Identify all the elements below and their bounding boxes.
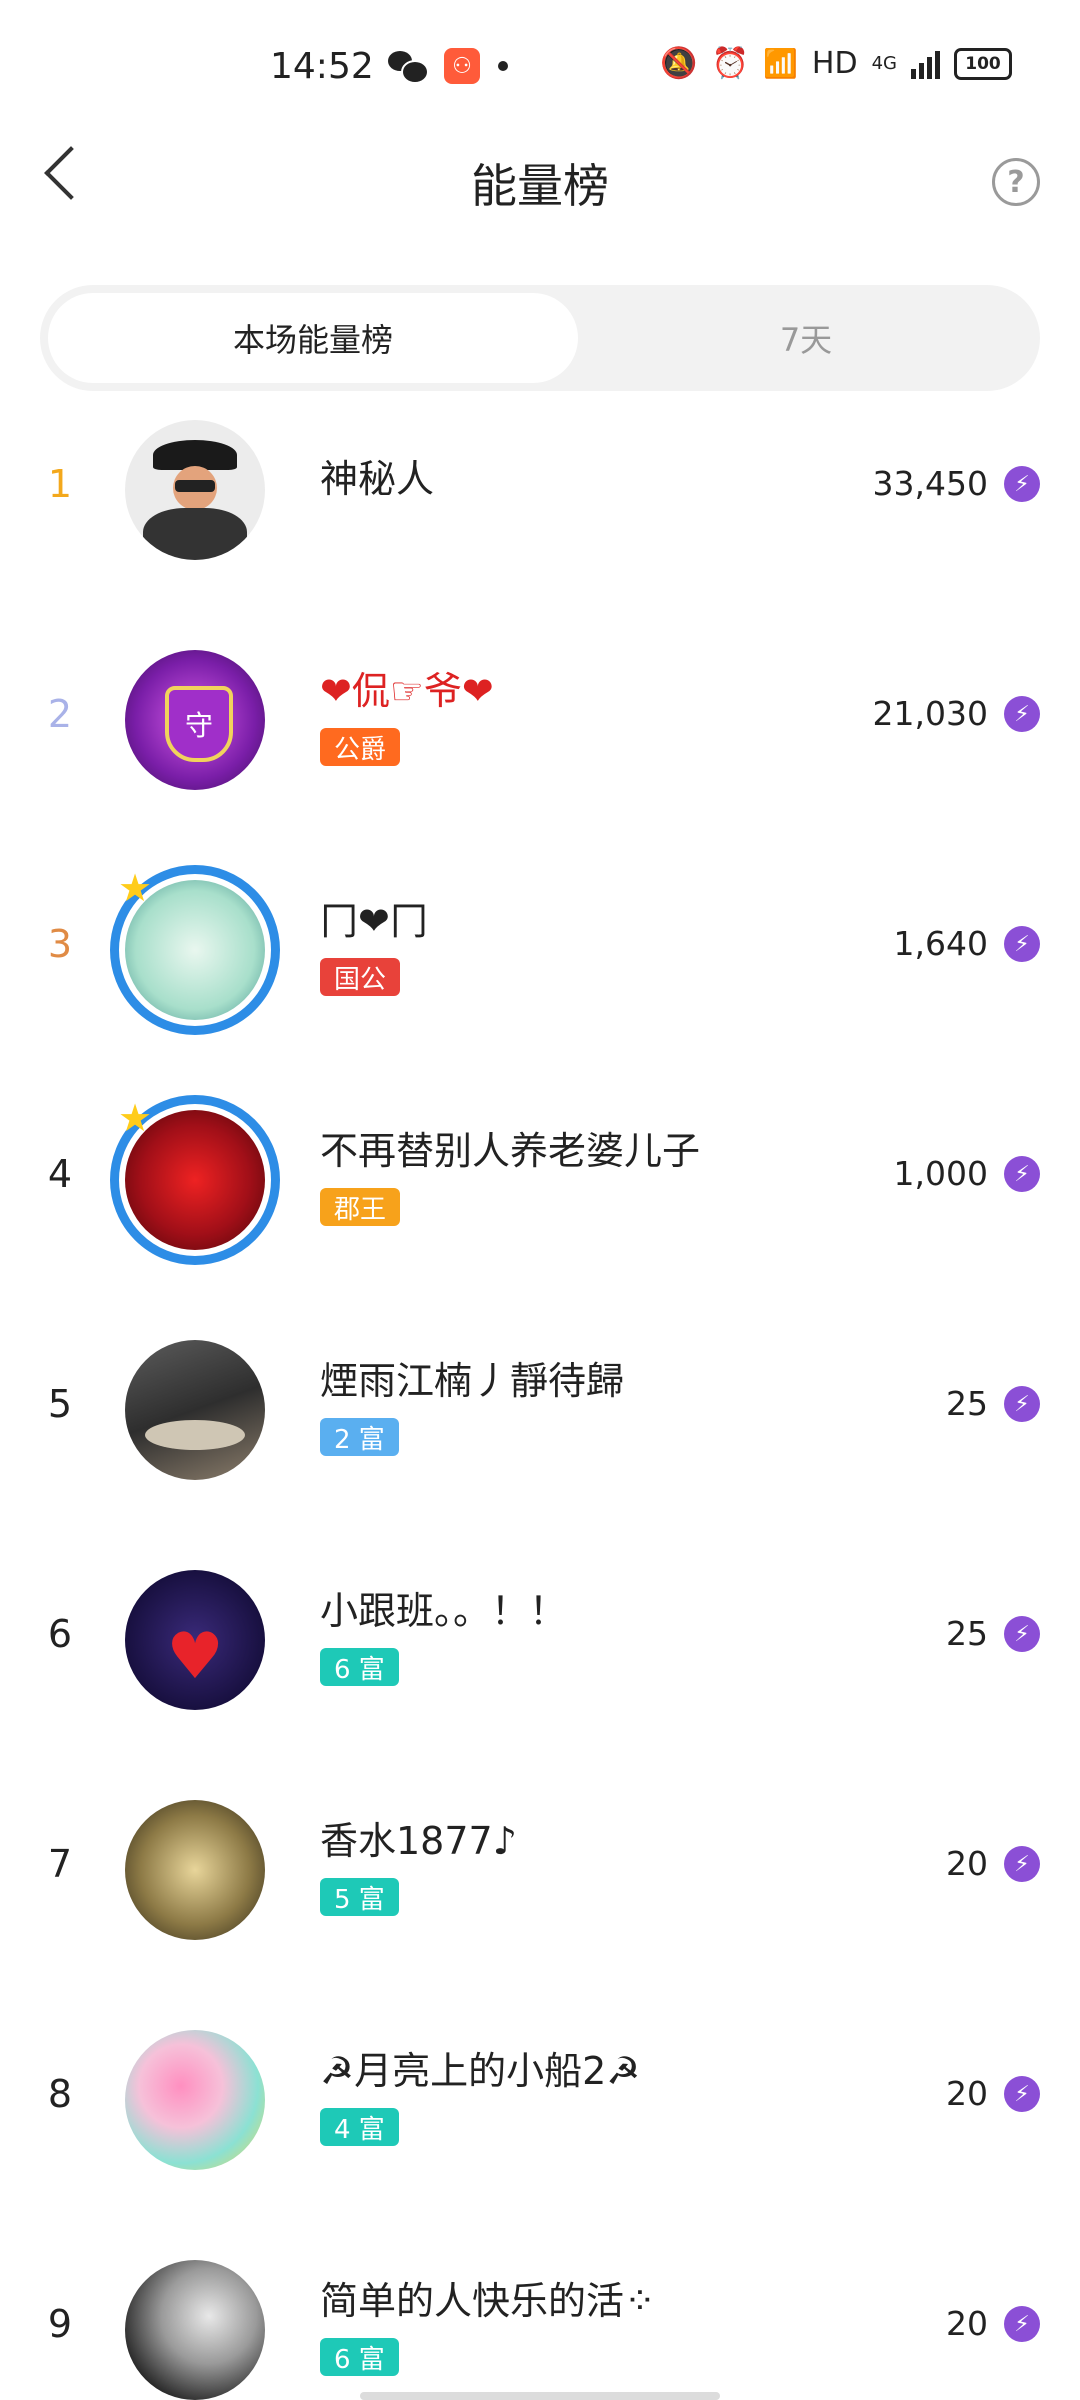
mute-bell-icon: 🔕	[660, 46, 698, 81]
energy-score: 20	[946, 2304, 988, 2343]
user-name: 冂❤冂	[320, 899, 428, 943]
avatar[interactable]: 守	[125, 650, 265, 790]
avatar[interactable]	[125, 420, 265, 560]
more-notifications-dot-icon	[498, 61, 508, 71]
ranking-row[interactable]: 9 简单的人快乐的活⁘ 6 富 20 ⚡	[0, 2240, 1080, 2400]
avatar[interactable]: ♥	[125, 1570, 265, 1710]
energy-score: 25	[946, 1384, 988, 1423]
tab-current-session[interactable]: 本场能量榜	[48, 293, 578, 383]
user-name: ❤侃☞爷❤	[320, 669, 494, 713]
network-type-label: 4G	[871, 53, 897, 74]
tab-bar: 本场能量榜 7天	[40, 285, 1040, 391]
avatar[interactable]	[125, 2030, 265, 2170]
wealth-badge: 2 富	[320, 1418, 399, 1456]
energy-bolt-icon: ⚡	[1004, 1616, 1040, 1652]
ranking-row[interactable]: 1 神秘人 33,450 ⚡	[0, 400, 1080, 630]
ranking-row[interactable]: 4 ★ 不再替别人养老婆儿子 郡王 1,000 ⚡	[0, 1090, 1080, 1320]
rank-number: 9	[47, 2302, 73, 2346]
energy-score: 1,640	[893, 924, 988, 963]
energy-bolt-icon: ⚡	[1004, 1386, 1040, 1422]
avatar[interactable]	[125, 2260, 265, 2400]
help-icon[interactable]: ?	[992, 158, 1040, 206]
noble-badge: 郡王	[320, 1188, 401, 1226]
ranking-row[interactable]: 6 ♥ 小跟班。。！！ 6 富 25 ⚡	[0, 1550, 1080, 1780]
noble-badge: 国公	[320, 958, 401, 996]
user-name: 小跟班。。！！	[320, 1589, 568, 1633]
avatar[interactable]	[125, 1340, 265, 1480]
ranking-row[interactable]: 2 守 ❤侃☞爷❤ 公爵 21,030 ⚡	[0, 630, 1080, 860]
page-title: 能量榜	[471, 159, 609, 213]
energy-bolt-icon: ⚡	[1004, 1156, 1040, 1192]
wealth-badge: 4 富	[320, 2108, 399, 2146]
status-bar: 14:52 ⚇ 🔕 ⏰ 📶 HD 4G 100	[0, 0, 1080, 140]
noble-badge: 公爵	[320, 728, 401, 766]
rank-number: 1	[47, 462, 73, 506]
ranking-row[interactable]: 3 ★ 冂❤冂 国公 1,640 ⚡	[0, 860, 1080, 1090]
signal-icon	[911, 49, 940, 79]
energy-score: 25	[946, 1614, 988, 1653]
rank-number: 6	[47, 1612, 73, 1656]
wealth-badge: 6 富	[320, 1648, 399, 1686]
energy-bolt-icon: ⚡	[1004, 1846, 1040, 1882]
energy-bolt-icon: ⚡	[1004, 696, 1040, 732]
ranking-row[interactable]: 7 香水1877♪ 5 富 20 ⚡	[0, 1780, 1080, 2010]
rank-number: 8	[47, 2072, 73, 2116]
wechat-icon	[388, 49, 429, 84]
user-name: 香水1877♪	[320, 1819, 517, 1863]
user-name: 神秘人	[320, 457, 435, 501]
energy-score: 33,450	[872, 464, 988, 503]
energy-bolt-icon: ⚡	[1004, 466, 1040, 502]
system-icons: 🔕 ⏰ 📶 HD 4G 100	[660, 46, 1012, 81]
energy-bolt-icon: ⚡	[1004, 926, 1040, 962]
rank-number: 7	[47, 1842, 73, 1886]
energy-score: 1,000	[893, 1154, 988, 1193]
user-name: 不再替别人养老婆儿子	[320, 1129, 701, 1173]
energy-score: 20	[946, 2074, 988, 2113]
wealth-badge: 6 富	[320, 2338, 399, 2376]
ranking-row[interactable]: 5 煙雨江楠丿靜待歸 2 富 25 ⚡	[0, 1320, 1080, 1550]
status-time: 14:52	[270, 46, 374, 87]
wifi-icon: 📶	[763, 47, 798, 80]
notification-icons: ⚇	[388, 48, 508, 84]
rank-number: 3	[47, 922, 73, 966]
tab-7-days[interactable]: 7天	[580, 293, 1032, 383]
star-icon: ★	[118, 866, 153, 910]
energy-bolt-icon: ⚡	[1004, 2306, 1040, 2342]
rank-number: 5	[47, 1382, 73, 1426]
ranking-row[interactable]: 8 ☭月亮上的小船2☭ 4 富 20 ⚡	[0, 2010, 1080, 2240]
alarm-icon: ⏰	[711, 46, 750, 81]
avatar[interactable]	[125, 1800, 265, 1940]
wealth-badge: 5 富	[320, 1878, 399, 1916]
kuaishou-icon: ⚇	[444, 48, 480, 84]
energy-score: 20	[946, 1844, 988, 1883]
rank-number: 4	[47, 1152, 73, 1196]
battery-icon: 100	[954, 47, 1012, 80]
energy-bolt-icon: ⚡	[1004, 2076, 1040, 2112]
home-indicator[interactable]	[360, 2392, 720, 2400]
star-icon: ★	[118, 1096, 153, 1140]
user-name: 简单的人快乐的活⁘	[320, 2279, 656, 2323]
rank-number: 2	[47, 692, 73, 736]
user-name: 煙雨江楠丿靜待歸	[320, 1359, 625, 1403]
network-hd-label: HD	[811, 46, 858, 81]
user-name: ☭月亮上的小船2☭	[320, 2049, 641, 2093]
energy-score: 21,030	[872, 694, 988, 733]
